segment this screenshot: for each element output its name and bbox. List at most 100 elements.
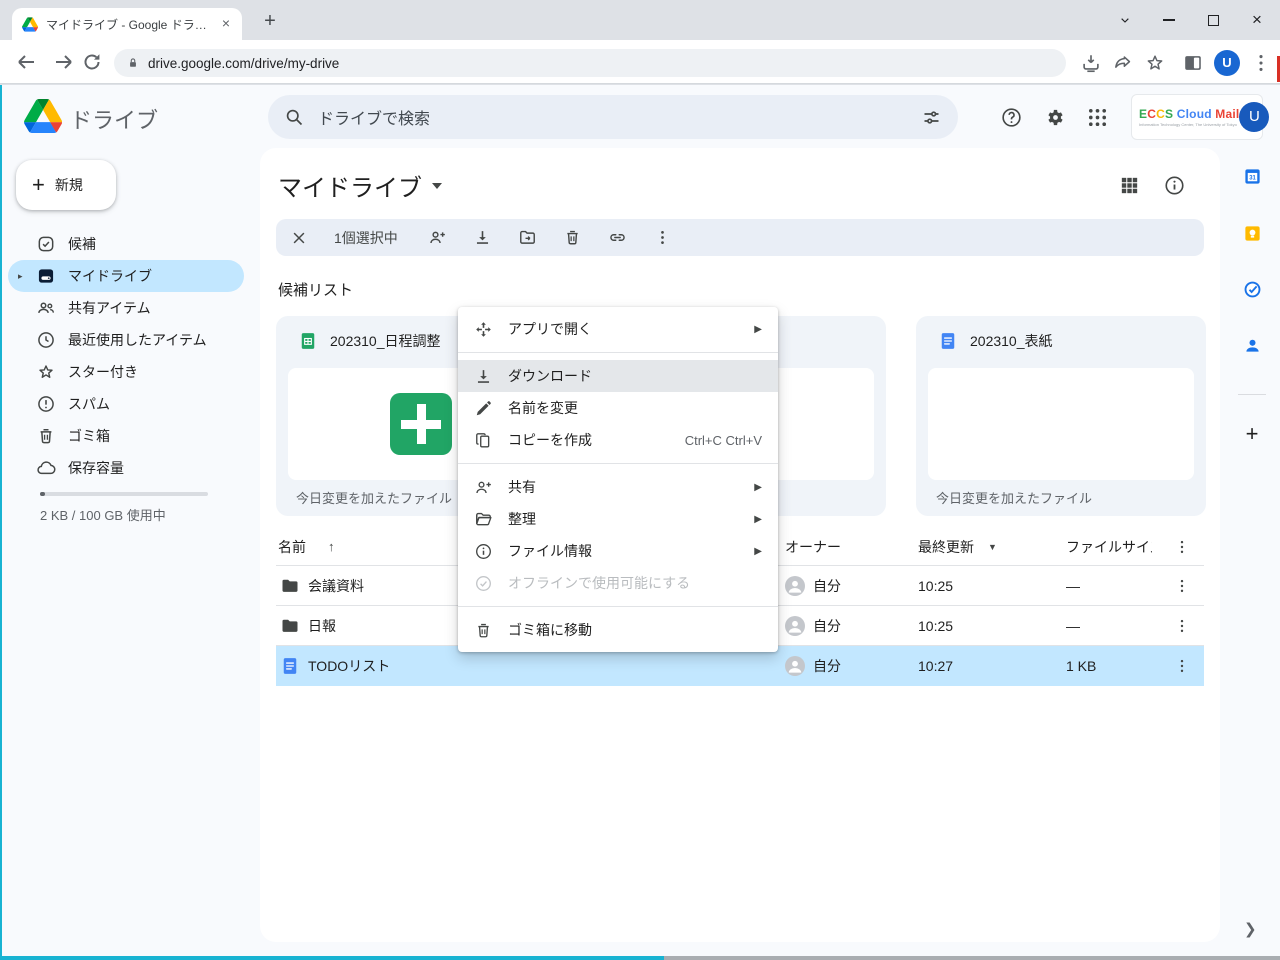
sidebar-item-label: 共有アイテム [68,298,151,318]
menu-divider [458,463,778,464]
url-text: drive.google.com/drive/my-drive [148,56,339,71]
more-actions-icon[interactable] [653,228,672,247]
grid-view-toggle-icon[interactable] [1118,174,1141,197]
url-bar[interactable]: drive.google.com/drive/my-drive [114,49,1066,77]
sidebar-item-spam[interactable]: スパム [8,388,244,420]
my-drive-icon [36,266,56,286]
back-button[interactable] [14,50,38,74]
column-more[interactable] [1170,528,1194,565]
hide-panel-chevron-icon[interactable]: ❯ [1244,920,1257,938]
card-reason: 今日変更を加えたファイル [936,488,1092,507]
sidebar-item-label: マイドライブ [68,266,152,286]
file-size: 1 KB [1066,658,1096,674]
expand-arrow-icon[interactable]: ▸ [18,271,23,282]
menu-item-file-info[interactable]: ファイル情報 ▶ [458,535,778,567]
my-drive-title-dropdown[interactable]: マイドライブ [278,168,442,203]
search-input[interactable]: ドライブで検索 [268,95,958,139]
owner-label: 自分 [813,576,841,596]
window-maximize-button[interactable] [1190,0,1236,40]
column-owner: オーナー [785,528,841,565]
row-more-icon[interactable] [1173,577,1191,595]
chevron-down-icon [432,183,442,189]
account-brand-subtitle: Information Technology Center, The Unive… [1139,122,1239,127]
menu-item-rename[interactable]: 名前を変更 [458,392,778,424]
download-icon [474,367,493,386]
card-title: 202310_表紙 [970,331,1053,351]
search-options-icon[interactable] [921,107,942,128]
get-addons-icon[interactable]: + [1241,421,1263,447]
download-selected-icon[interactable] [473,228,492,247]
keep-icon[interactable] [1243,224,1262,243]
clock-icon [36,330,56,350]
drive-logo-icon[interactable] [24,99,62,133]
file-name: 日報 [308,616,336,636]
menu-item-open-with[interactable]: アプリで開く ▶ [458,313,778,345]
account-button[interactable]: ECCS Cloud Mail Information Technology C… [1131,94,1263,140]
trash-selected-icon[interactable] [563,228,582,247]
suggestions-heading: 候補リスト [278,279,353,300]
browser-window: マイドライブ - Google ドライブ × + × drive.google.… [0,0,1280,960]
details-info-icon[interactable] [1163,174,1186,197]
menu-item-download[interactable]: ダウンロード [458,360,778,392]
modified-time: 10:25 [918,618,953,634]
row-more-icon[interactable] [1173,657,1191,675]
offline-icon [474,574,493,593]
calendar-icon[interactable]: 31 [1243,167,1262,186]
clear-selection-icon[interactable] [290,229,308,247]
drive-favicon-icon [22,17,38,32]
bookmark-star-icon[interactable] [1144,52,1166,74]
menu-item-organize[interactable]: 整理 ▶ [458,503,778,535]
sidebar-item-recent[interactable]: 最近使用したアイテム [8,324,244,356]
card-title: 202310_日程調整 [330,331,441,351]
move-to-folder-icon[interactable] [518,228,537,247]
sidebar-item-trash[interactable]: ゴミ箱 [8,420,244,452]
sort-ascending-icon: ↑ [328,539,335,554]
submenu-arrow-icon: ▶ [754,546,762,557]
browser-tab[interactable]: マイドライブ - Google ドライブ × [12,8,242,40]
share-icon [474,478,493,497]
file-name: 会議資料 [308,576,364,596]
side-panel-icon[interactable] [1182,52,1204,74]
sidebar-item-suggested[interactable]: 候補 [8,228,244,260]
copy-icon [474,431,493,450]
sidebar-item-label: 保存容量 [68,458,124,478]
account-avatar[interactable]: U [1239,102,1269,132]
reload-button[interactable] [80,50,104,74]
sidebar-item-starred[interactable]: スター付き [8,356,244,388]
apps-grid-icon[interactable] [1086,106,1109,129]
sidebar-item-label: ゴミ箱 [68,426,110,446]
share-page-icon[interactable] [1112,52,1134,74]
contacts-icon[interactable] [1243,336,1262,355]
browser-profile-avatar[interactable]: U [1214,50,1240,76]
get-link-icon[interactable] [608,228,627,247]
people-icon [36,298,56,318]
tasks-icon[interactable] [1243,280,1262,299]
settings-gear-icon[interactable] [1044,106,1067,129]
help-icon[interactable] [1000,106,1023,129]
forward-button[interactable] [52,50,76,74]
downloads-icon[interactable] [1080,52,1102,74]
column-name[interactable]: 名前 ↑ [278,528,335,565]
menu-item-move-to-trash[interactable]: ゴミ箱に移動 [458,614,778,646]
file-row-todo-list-selected[interactable]: TODOリスト 自分 10:27 1 KB [276,646,1204,686]
browser-menu-icon[interactable] [1250,52,1272,74]
menu-item-offline: オフラインで使用可能にする [458,567,778,599]
menu-item-share[interactable]: 共有 ▶ [458,471,778,503]
tab-close-icon[interactable]: × [218,16,234,32]
sort-dropdown-icon: ▼ [988,542,997,552]
sidebar-item-storage[interactable]: 保存容量 [8,452,244,484]
new-tab-button[interactable]: + [256,8,284,36]
menu-item-make-copy[interactable]: コピーを作成 Ctrl+C Ctrl+V [458,424,778,456]
sidebar-item-shared[interactable]: 共有アイテム [8,292,244,324]
modified-time: 10:27 [918,658,953,674]
sidebar-item-my-drive[interactable]: ▸ マイドライブ [8,260,244,292]
share-selected-icon[interactable] [428,228,447,247]
suggestion-card-cover[interactable]: 202310_表紙 今日変更を加えたファイル [916,316,1206,516]
window-close-button[interactable]: × [1234,0,1280,40]
new-button[interactable]: + 新規 [16,160,116,210]
window-minimize-button[interactable] [1146,0,1192,40]
window-chevron-button[interactable] [1102,0,1148,40]
column-modified[interactable]: 最終更新 ▼ [918,528,997,565]
lock-icon [126,55,140,71]
row-more-icon[interactable] [1173,617,1191,635]
